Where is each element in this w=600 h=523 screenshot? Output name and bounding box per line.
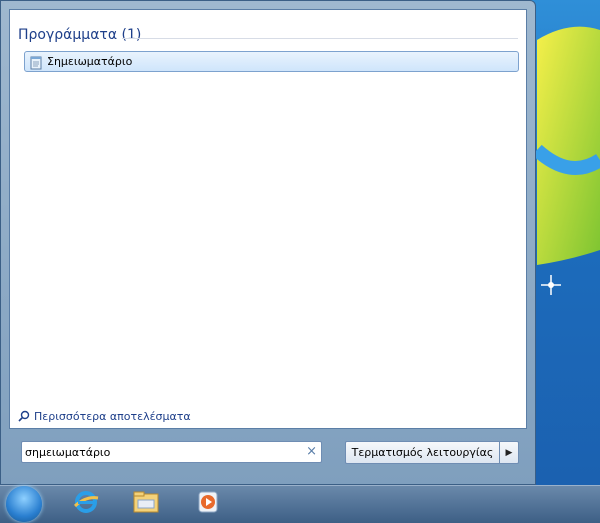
search-box[interactable]: × bbox=[21, 441, 322, 463]
search-input[interactable] bbox=[25, 443, 295, 461]
result-item-notepad[interactable]: Σημειωματάριο bbox=[24, 51, 519, 72]
taskbar-item-internet-explorer[interactable] bbox=[66, 488, 106, 520]
start-menu: Προγράμματα (1) Σημειωματάριο Περισσότερ… bbox=[0, 0, 536, 485]
more-results-link[interactable]: Περισσότερα αποτελέσματα bbox=[18, 407, 191, 426]
shutdown-button[interactable]: Τερματισμός λειτουργίας ▶ bbox=[345, 441, 519, 464]
more-results-label: Περισσότερα αποτελέσματα bbox=[34, 410, 191, 423]
taskbar-item-file-explorer[interactable] bbox=[126, 488, 166, 520]
shutdown-main[interactable]: Τερματισμός λειτουργίας bbox=[345, 441, 500, 464]
internet-explorer-icon bbox=[72, 488, 100, 520]
start-button[interactable] bbox=[6, 486, 42, 522]
clear-icon[interactable]: × bbox=[306, 444, 317, 459]
taskbar-item-media-player[interactable] bbox=[188, 488, 228, 520]
search-results-pane: Προγράμματα (1) Σημειωματάριο Περισσότερ… bbox=[9, 9, 527, 429]
media-player-icon bbox=[194, 488, 222, 520]
section-title: Προγράμματα (1) bbox=[18, 27, 142, 43]
notepad-icon bbox=[29, 55, 43, 69]
result-item-label: Σημειωματάριο bbox=[47, 55, 133, 68]
shutdown-options-arrow[interactable]: ▶ bbox=[500, 441, 519, 464]
folder-icon bbox=[131, 488, 161, 520]
section-divider bbox=[122, 38, 518, 39]
search-icon bbox=[18, 407, 30, 426]
